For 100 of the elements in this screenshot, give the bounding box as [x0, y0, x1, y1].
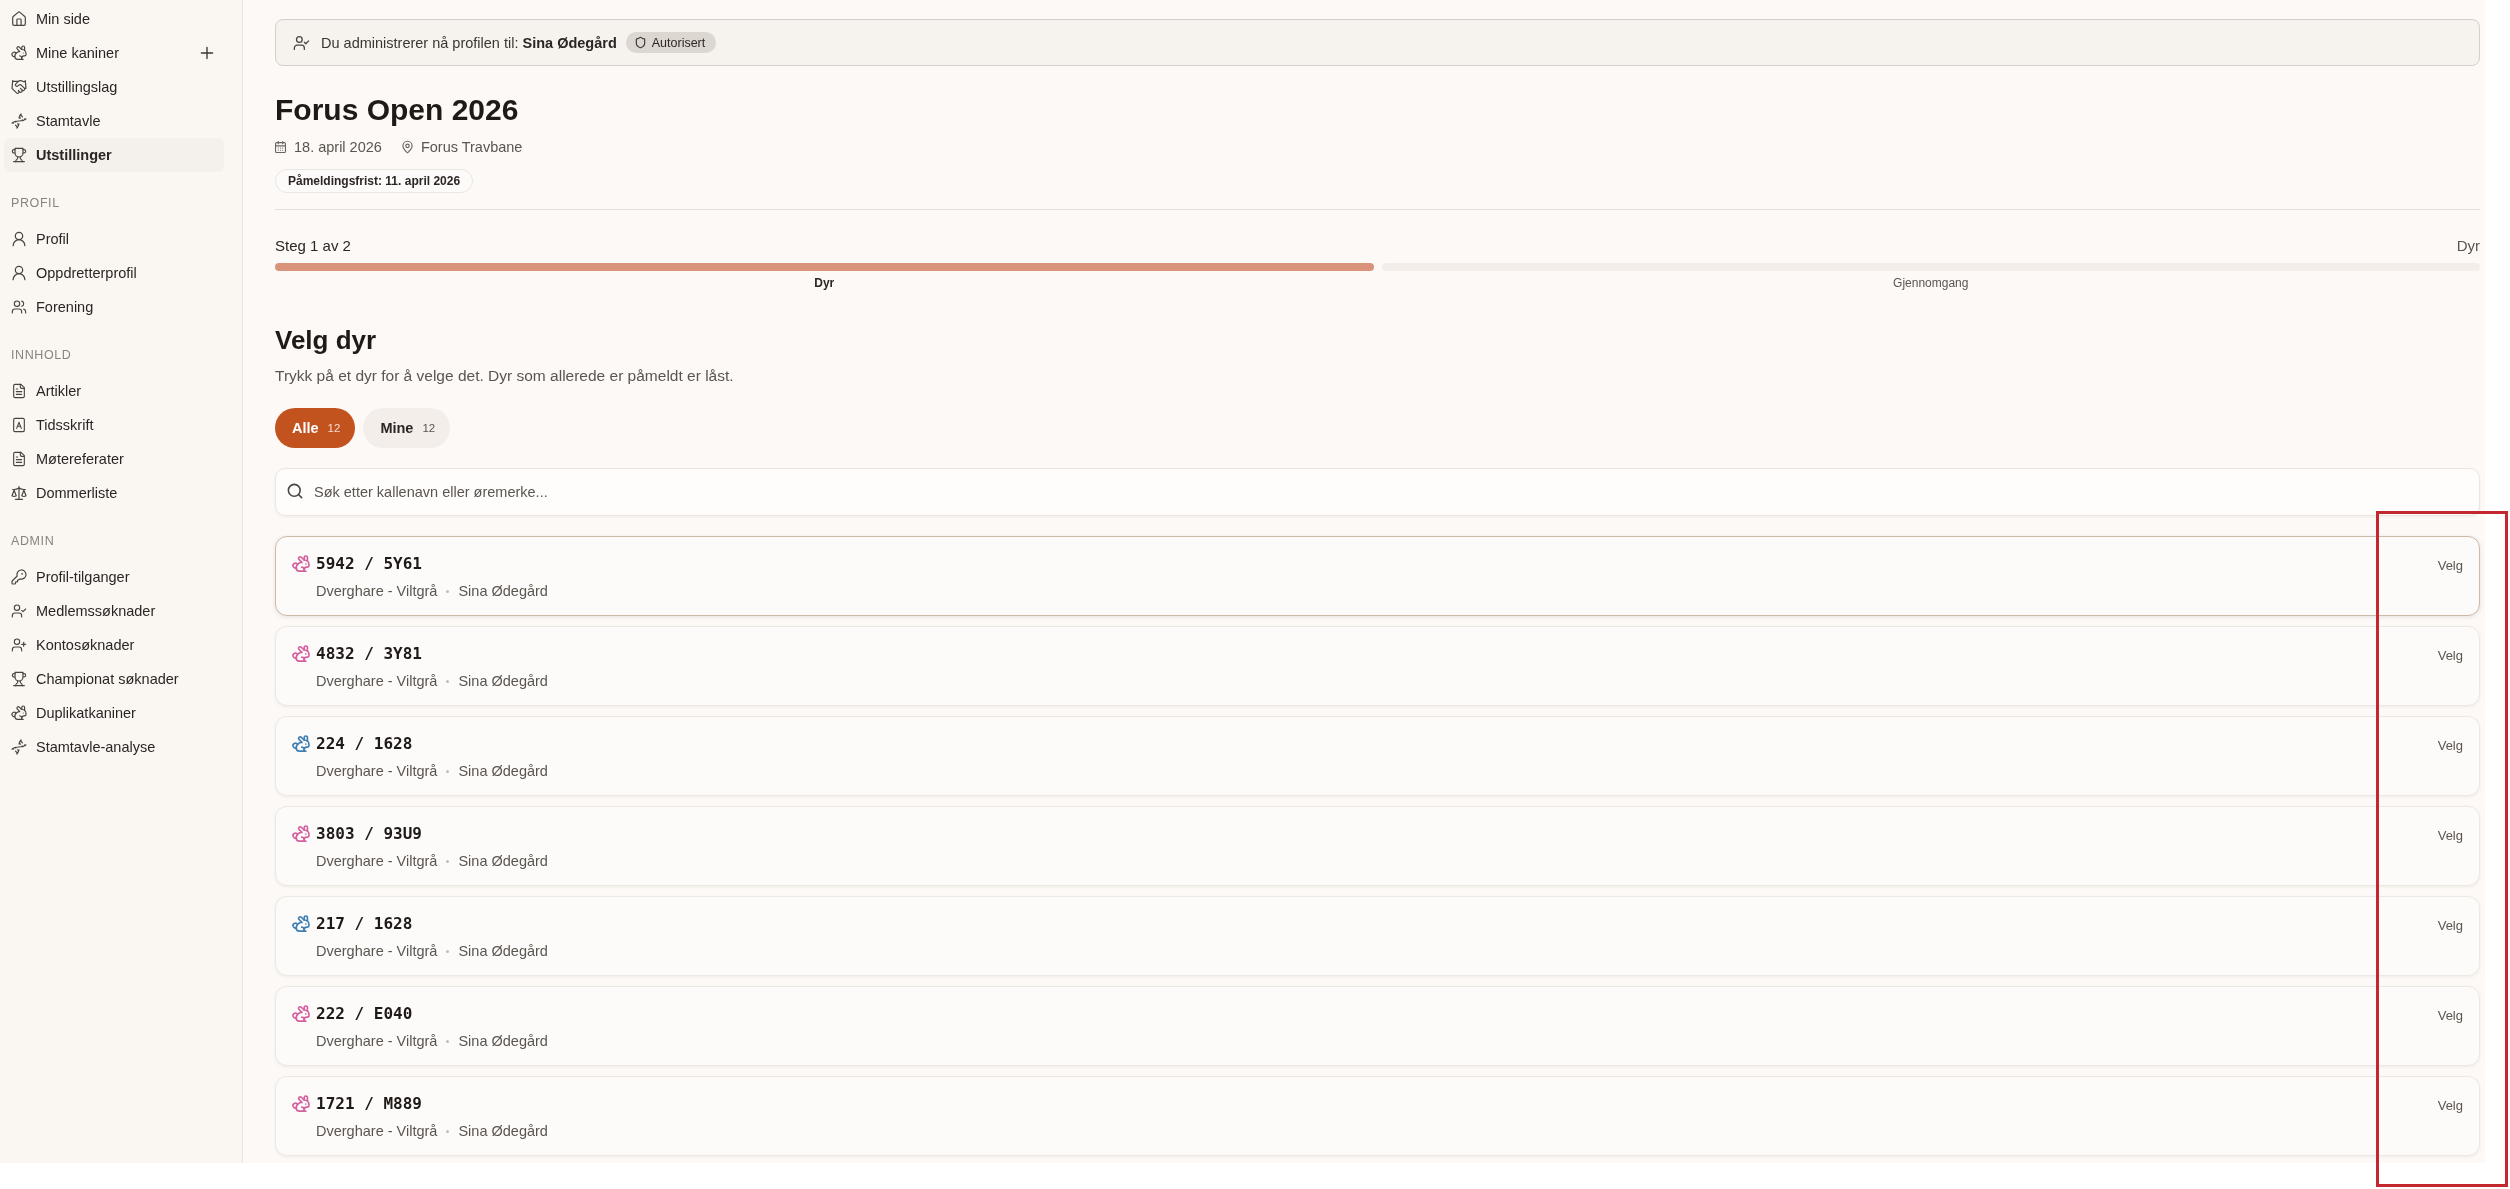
nav-item[interactable]: Oppdretterprofil: [4, 256, 224, 290]
animal-id: 217 / 1628: [316, 914, 413, 934]
breed-text: Dverghare - Viltgrå: [316, 942, 438, 961]
document-icon: [12, 384, 26, 398]
filter-count: 12: [422, 422, 436, 434]
separator-dot-icon: [446, 859, 450, 863]
owner-name: Sina Ødegård: [458, 582, 548, 601]
nav-item[interactable]: Min side: [4, 2, 224, 36]
dna-icon: [12, 114, 26, 128]
home-icon: [12, 12, 26, 26]
letter-a-document-icon: [12, 418, 26, 432]
event-location: Forus Travbane: [420, 138, 523, 157]
animal-id: 222 / E040: [316, 1004, 413, 1024]
animal-id: 5942 / 5Y61: [316, 554, 422, 574]
plus-icon[interactable]: [201, 47, 213, 59]
section-label: PROFIL: [11, 195, 60, 212]
owner-name: Sina Ødegård: [458, 942, 548, 961]
separator-dot-icon: [446, 1039, 450, 1043]
owner-name: Sina Ødegård: [458, 762, 548, 781]
user-plus-icon: [12, 638, 26, 652]
animal-card[interactable]: 3803 / 93U9 Dverghare - Viltgrå Sina Ødegård Velg: [275, 806, 2480, 886]
badge-label: Autorisert: [651, 35, 706, 50]
search-field[interactable]: Søk etter kallenavn eller øremerke...: [275, 468, 2480, 516]
separator-dot-icon: [446, 949, 450, 953]
users-icon: [12, 300, 26, 314]
document-icon: [12, 452, 26, 466]
animal-card[interactable]: 1721 / M889 Dverghare - Viltgrå Sina Ødegård Velg: [275, 1076, 2480, 1156]
breed-text: Dverghare - Viltgrå: [316, 852, 438, 871]
nav-item[interactable]: Tidsskrift: [4, 408, 224, 442]
key-icon: [12, 570, 26, 584]
select-label: Velg: [2437, 738, 2463, 753]
step-label: Gjennomgang: [1893, 275, 1969, 291]
separator-dot-icon: [446, 1129, 450, 1133]
event-date: 18. april 2026: [294, 138, 382, 157]
select-label: Velg: [2437, 648, 2463, 663]
section-description: Trykk på et dyr for å velge det. Dyr som allerede er påmeldt er låst.: [275, 366, 735, 386]
calendar-icon: [275, 141, 286, 153]
breed-text: Dverghare - Viltgrå: [316, 762, 438, 781]
separator-dot-icon: [446, 589, 450, 593]
separator-dot-icon: [446, 679, 450, 683]
animal-card[interactable]: 217 / 1628 Dverghare - Viltgrå Sina Ødegård Velg: [275, 896, 2480, 976]
rabbit-icon: [12, 46, 26, 60]
animal-card[interactable]: 222 / E040 Dverghare - Viltgrå Sina Ødegård Velg: [275, 986, 2480, 1066]
trophy-icon: [12, 672, 26, 686]
event-title: Forus Open 2026: [275, 92, 520, 128]
nav-item[interactable]: Forening: [4, 290, 224, 324]
nav-item[interactable]: Utstillinger: [4, 138, 224, 172]
handshake-icon: [12, 80, 26, 94]
search-icon: [288, 484, 302, 498]
owner-name: Sina Ødegård: [458, 1032, 548, 1051]
nav-item[interactable]: Duplikatkaniner: [4, 696, 224, 730]
section-heading: Velg dyr: [275, 324, 378, 356]
step-counter: Steg 1 av 2: [275, 236, 351, 254]
deadline-badge: Påmeldingsfrist: 11. april 2026: [275, 169, 474, 193]
select-label: Velg: [2437, 828, 2463, 843]
user-icon: [12, 232, 26, 246]
select-label: Velg: [2437, 1008, 2463, 1023]
breed-text: Dverghare - Viltgrå: [316, 1122, 438, 1141]
owner-name: Sina Ødegård: [458, 672, 548, 691]
animal-id: 3803 / 93U9: [316, 824, 422, 844]
map-pin-icon: [401, 141, 413, 153]
user-check-icon: [12, 604, 26, 618]
owner-name: Sina Ødegård: [458, 1122, 548, 1141]
breed-text: Dverghare - Viltgrå: [316, 582, 438, 601]
current-step-name: Dyr: [2456, 236, 2480, 254]
filter-tab[interactable]: Alle 12: [275, 408, 356, 448]
owner-name: Sina Ødegård: [458, 852, 548, 871]
scale-icon: [12, 486, 26, 500]
select-label: Velg: [2437, 918, 2463, 933]
trophy-icon: [12, 148, 26, 162]
user-icon: [12, 266, 26, 280]
user-check-icon: [294, 35, 309, 50]
nav-item[interactable]: Møtereferater: [4, 442, 224, 476]
animal-card[interactable]: 224 / 1628 Dverghare - Viltgrå Sina Ødegård Velg: [275, 716, 2480, 796]
select-label: Velg: [2437, 1098, 2463, 1113]
nav-item[interactable]: Artikler: [4, 374, 224, 408]
animal-card[interactable]: 4832 / 3Y81 Dverghare - Viltgrå Sina Ødegård Velg: [275, 626, 2480, 706]
nav-item[interactable]: Profil: [4, 222, 224, 256]
nav-item[interactable]: Dommerliste: [4, 476, 224, 510]
nav-item[interactable]: Utstillingslag: [4, 70, 224, 104]
section-label: INNHOLD: [11, 347, 72, 364]
nav-item[interactable]: Stamtavle-analyse: [4, 730, 224, 764]
section-label: ADMIN: [11, 533, 55, 550]
filter-tab[interactable]: Mine 12: [363, 408, 451, 448]
nav-item[interactable]: Medlemssøknader: [4, 594, 224, 628]
filter-count: 12: [327, 422, 341, 434]
separator-dot-icon: [446, 769, 450, 773]
animal-id: 224 / 1628: [316, 734, 413, 754]
nav-item[interactable]: Stamtavle: [4, 104, 224, 138]
banner-text: Du administrerer nå profilen til: Sina Ødegård: [321, 34, 617, 51]
step-label: Dyr: [814, 275, 835, 291]
animal-id: 1721 / M889: [316, 1094, 422, 1114]
dna-icon: [12, 740, 26, 754]
nav-item[interactable]: Mine kaniner: [4, 36, 193, 70]
nav-item[interactable]: Profil-tilganger: [4, 560, 224, 594]
nav-item[interactable]: Championat søknader: [4, 662, 224, 696]
animal-card[interactable]: 5942 / 5Y61 Dverghare - Viltgrå Sina Ødegård Velg: [275, 536, 2480, 616]
breed-text: Dverghare - Viltgrå: [316, 1032, 438, 1051]
nav-item[interactable]: Kontosøknader: [4, 628, 224, 662]
select-label: Velg: [2437, 558, 2463, 573]
